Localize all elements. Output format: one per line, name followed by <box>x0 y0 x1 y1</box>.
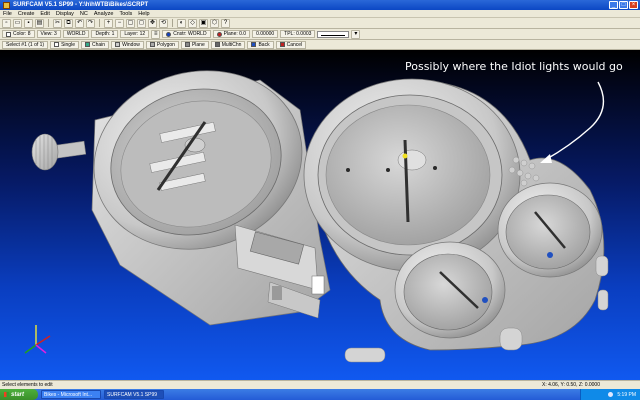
plane-field[interactable]: Plane: 0.0 <box>212 30 251 38</box>
zoom-all-icon[interactable]: ◻ <box>137 18 146 28</box>
select-plane-button[interactable]: Plane <box>180 40 209 49</box>
right-gauge-cluster <box>303 78 609 363</box>
view-iso-icon[interactable]: ⬡ <box>210 18 219 28</box>
menu-edit[interactable]: Edit <box>40 11 49 17</box>
undo-icon[interactable]: ↶ <box>75 18 84 28</box>
main-toolbar: ▫ ▭ ▪ ▤ ✂ ⧉ ↶ ↷ + − ▢ ◻ ✥ ⟲ ◐ ◇ ▣ ⬡ ? <box>0 18 640 29</box>
menu-bar: File Create Edit Display NC Analyze Tool… <box>0 10 640 18</box>
axis-triad <box>24 325 51 354</box>
pan-icon[interactable]: ✥ <box>148 18 157 28</box>
back-button[interactable]: Back <box>247 40 274 49</box>
redo-icon[interactable]: ↷ <box>86 18 95 28</box>
clock: 5:19 PM <box>617 391 636 398</box>
chevron-down-icon[interactable]: ▾ <box>351 29 361 39</box>
menu-file[interactable]: File <box>3 11 12 17</box>
line-style-dropdown[interactable] <box>317 30 350 38</box>
color-swatch <box>6 31 11 37</box>
layers-icon[interactable]: ≡ <box>151 29 161 39</box>
window-title: SURFCAM V5.1 SP99 - Y:\h\hWTB\Bikes\SCRP… <box>13 2 149 8</box>
units-field[interactable]: 0.00000 <box>252 30 279 38</box>
system-tray: 5:19 PM <box>580 389 640 400</box>
menu-create[interactable]: Create <box>18 11 35 17</box>
annotation-text: Possibly where the Idiot lights would go <box>405 60 623 73</box>
start-button[interactable]: start <box>0 389 38 400</box>
zoom-out-icon[interactable]: − <box>115 18 124 28</box>
maximize-button[interactable]: □ <box>619 1 628 9</box>
print-icon[interactable]: ▤ <box>35 18 44 28</box>
windows-flag-icon <box>4 392 9 397</box>
select-chain-button[interactable]: Chain <box>80 40 110 49</box>
view-top-icon[interactable]: ▣ <box>199 18 208 28</box>
plane-swatch <box>216 31 222 37</box>
select-prompt: Select #1 (1 of 1) <box>2 40 49 49</box>
close-button[interactable]: × <box>629 1 638 9</box>
menu-tools[interactable]: Tools <box>119 11 132 17</box>
zoom-in-icon[interactable]: + <box>104 18 113 28</box>
menu-help[interactable]: Help <box>138 11 149 17</box>
taskbar: start Bikes - Microsoft Int... SURFCAM V… <box>0 389 640 400</box>
cancel-button[interactable]: Cancel <box>275 40 307 49</box>
select-polygon-button[interactable]: Polygon <box>145 40 179 49</box>
menu-analyze[interactable]: Analyze <box>94 11 114 17</box>
status-message: Select elements to edit <box>2 382 53 388</box>
status-toolbar: Color: 8 View: 3 WORLD Depth: 1 Layer: 1… <box>0 29 640 40</box>
selection-toolbar: Select #1 (1 of 1) Single Chain Window P… <box>0 40 640 50</box>
copy-icon[interactable]: ⧉ <box>64 18 73 28</box>
select-single-button[interactable]: Single <box>50 40 79 49</box>
cut-icon[interactable]: ✂ <box>53 18 62 28</box>
select-multichain-button[interactable]: MultiChn <box>210 40 246 49</box>
open-folder-icon[interactable]: ▭ <box>13 18 22 28</box>
tray-network-icon[interactable] <box>608 392 614 397</box>
depth-field[interactable]: Depth: 1 <box>91 30 119 38</box>
shade-icon[interactable]: ◐ <box>177 18 186 28</box>
wireframe-icon[interactable]: ◇ <box>188 18 197 28</box>
zoom-window-icon[interactable]: ▢ <box>126 18 135 28</box>
left-gauge-housing <box>31 70 331 326</box>
mode-field[interactable]: WORLD <box>62 30 90 38</box>
view-field[interactable]: View: 3 <box>36 30 61 38</box>
menu-nc[interactable]: NC <box>80 11 88 17</box>
construct-swatch <box>166 31 172 37</box>
new-file-icon[interactable]: ▫ <box>2 18 11 28</box>
taskbar-item-surfcam[interactable]: SURFCAM V5.1 SP99 <box>104 390 164 399</box>
help-icon[interactable]: ? <box>221 18 230 28</box>
annotation-arrow <box>544 81 605 161</box>
minimize-button[interactable]: _ <box>609 1 618 9</box>
save-icon[interactable]: ▪ <box>24 18 33 28</box>
tolerance-field[interactable]: TPL: 0.0003 <box>280 30 316 38</box>
layer-field[interactable]: Layer: 12 <box>120 30 150 38</box>
rotate-icon[interactable]: ⟲ <box>159 18 168 28</box>
app-icon <box>3 1 10 9</box>
title-bar: SURFCAM V5.1 SP99 - Y:\h\hWTB\Bikes\SCRP… <box>0 0 640 10</box>
menu-display[interactable]: Display <box>56 11 74 17</box>
construct-field[interactable]: Cnstr: WORLD <box>162 30 211 38</box>
graphics-viewport[interactable]: Possibly where the Idiot lights would go <box>0 50 640 380</box>
select-window-button[interactable]: Window <box>111 40 144 49</box>
taskbar-item-browser[interactable]: Bikes - Microsoft Int... <box>41 390 101 399</box>
status-bar: Select elements to edit X: 4.06, Y: 0.50… <box>0 380 640 389</box>
color-field[interactable]: Color: 8 <box>2 30 35 38</box>
cad-model-render <box>24 70 609 363</box>
cursor-coordinates: X: 4.06, Y: 0.50, Z: 0.0000 <box>541 382 600 388</box>
